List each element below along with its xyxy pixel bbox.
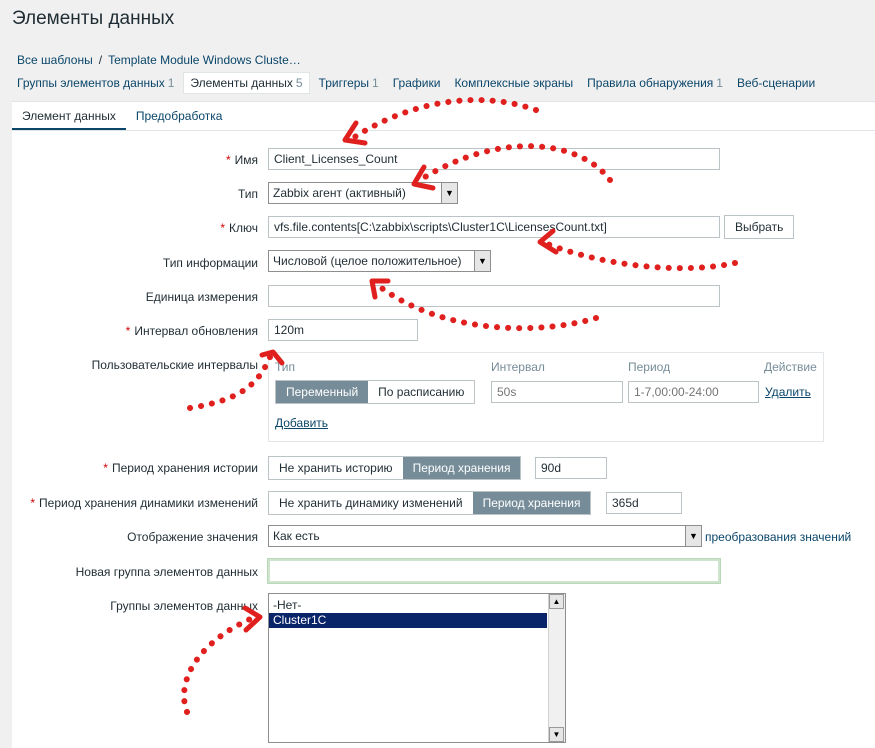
col-action-header: Действие bbox=[764, 360, 817, 374]
col-interval-header: Интервал bbox=[491, 360, 545, 374]
value-mapping-link[interactable]: преобразования значений bbox=[705, 530, 851, 544]
remove-interval-link[interactable]: Удалить bbox=[765, 385, 811, 399]
listbox-scrollbar[interactable]: ▲ ▼ bbox=[548, 594, 565, 742]
custom-intervals-label: Пользовательские интервалы bbox=[91, 358, 258, 372]
triangle-down-icon: ▼ bbox=[685, 526, 701, 546]
sub-tabs: Элемент данных Предобработка bbox=[12, 102, 232, 130]
flexible-option[interactable]: Переменный bbox=[276, 381, 369, 403]
update-interval-input[interactable] bbox=[268, 319, 418, 341]
history-input[interactable] bbox=[535, 457, 607, 479]
tab-graphs[interactable]: Графики bbox=[388, 72, 446, 94]
new-application-label: Новая группа элементов данных bbox=[75, 565, 258, 579]
subtabs-divider bbox=[12, 130, 875, 131]
subtab-item[interactable]: Элемент данных bbox=[12, 102, 126, 130]
custom-intervals-table: Тип Интервал Период Действие Переменный … bbox=[268, 352, 824, 442]
applications-label: Группы элементов данных bbox=[110, 599, 258, 613]
tab-triggers[interactable]: Триггеры 1 bbox=[314, 72, 384, 94]
tab-screens[interactable]: Комплексные экраны bbox=[449, 72, 578, 94]
breadcrumb-template[interactable]: Template Module Windows Cluste… bbox=[108, 53, 301, 67]
key-input[interactable] bbox=[268, 216, 720, 238]
value-map-select[interactable]: Как есть ▼ bbox=[268, 525, 702, 547]
info-type-select[interactable]: Числовой (целое положительное) ▼ bbox=[268, 250, 491, 272]
add-interval-link[interactable]: Добавить bbox=[275, 416, 328, 430]
col-period-header: Период bbox=[628, 360, 671, 374]
page-title: Элементы данных bbox=[12, 8, 175, 29]
history-label: * Период хранения истории bbox=[103, 461, 258, 475]
trends-off-option[interactable]: Не хранить динамику изменений bbox=[269, 492, 473, 514]
tab-items[interactable]: Элементы данных 5 bbox=[183, 72, 310, 94]
name-input[interactable] bbox=[268, 148, 720, 170]
new-application-input[interactable] bbox=[268, 559, 720, 583]
history-off-option[interactable]: Не хранить историю bbox=[269, 457, 403, 479]
tab-web-scenarios[interactable]: Веб-сценарии bbox=[732, 72, 820, 94]
interval-input[interactable] bbox=[491, 381, 623, 403]
trends-on-option[interactable]: Период хранения bbox=[472, 492, 591, 514]
list-item-selected[interactable]: Cluster1C bbox=[269, 613, 547, 628]
scheduling-option[interactable]: По расписанию bbox=[368, 381, 475, 403]
tab-applications[interactable]: Группы элементов данных 1 bbox=[12, 72, 179, 94]
breadcrumb: Все шаблоны / Template Module Windows Clus… bbox=[17, 53, 301, 67]
history-toggle: Не хранить историю Период хранения bbox=[268, 456, 522, 480]
select-key-button[interactable]: Выбрать bbox=[724, 215, 795, 239]
trends-toggle: Не хранить динамику изменений Период хра… bbox=[268, 491, 592, 515]
trends-input[interactable] bbox=[606, 492, 682, 514]
history-on-option[interactable]: Период хранения bbox=[402, 457, 521, 479]
list-item[interactable]: -Нет- bbox=[269, 598, 547, 613]
units-input[interactable] bbox=[268, 285, 720, 307]
breadcrumb-separator: / bbox=[98, 53, 103, 67]
key-label: * Ключ bbox=[220, 221, 258, 235]
triangle-down-icon: ▼ bbox=[474, 251, 490, 271]
nav-tabs: Группы элементов данных 1 Элементы данных… bbox=[12, 71, 824, 95]
type-label: Тип bbox=[237, 187, 258, 201]
update-interval-label: * Интервал обновления bbox=[125, 324, 258, 338]
subtab-preprocessing[interactable]: Предобработка bbox=[126, 102, 233, 130]
value-map-label: Отображение значения bbox=[127, 530, 258, 544]
triangle-up-icon[interactable]: ▲ bbox=[549, 594, 564, 609]
units-label: Единица измерения bbox=[145, 290, 258, 304]
breadcrumb-all-templates[interactable]: Все шаблоны bbox=[17, 53, 93, 67]
col-type-header: Тип bbox=[275, 360, 296, 374]
name-label: * Имя bbox=[225, 153, 258, 167]
trends-label: * Период хранения динамики изменений bbox=[30, 496, 258, 510]
type-select[interactable]: Zabbix агент (активный) ▼ bbox=[268, 182, 458, 204]
item-form: Элемент данных Предобработка *Имя Тип Za… bbox=[12, 101, 875, 748]
triangle-down-icon: ▼ bbox=[441, 183, 457, 203]
info-type-label: Тип информации bbox=[162, 256, 258, 270]
period-input[interactable] bbox=[628, 381, 759, 403]
interval-type-toggle: Переменный По расписанию bbox=[275, 380, 476, 404]
tab-discovery-rules[interactable]: Правила обнаружения 1 bbox=[582, 72, 728, 94]
applications-listbox[interactable]: -Нет- Cluster1C ▲ ▼ bbox=[268, 593, 566, 743]
triangle-down-icon[interactable]: ▼ bbox=[549, 727, 564, 742]
